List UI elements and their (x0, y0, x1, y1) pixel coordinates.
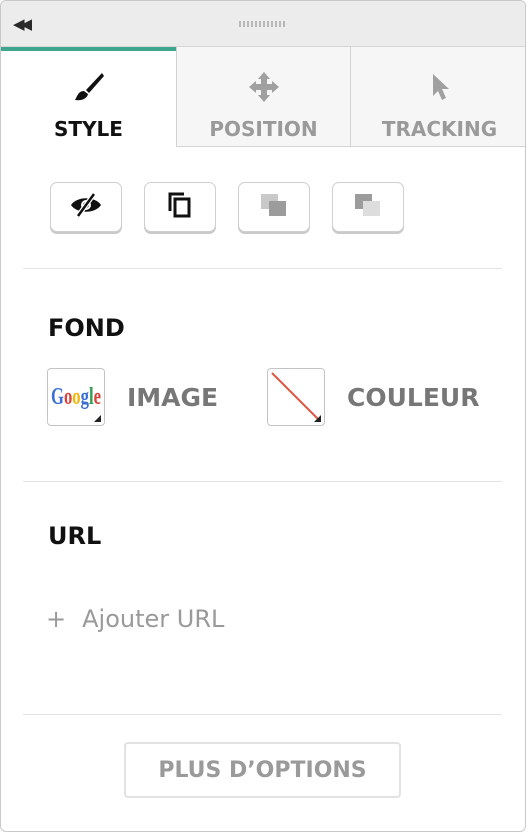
divider (23, 481, 502, 482)
background-image-label: IMAGE (127, 382, 219, 412)
tab-label-style: STYLE (54, 117, 123, 141)
add-url-label: Ajouter URL (82, 605, 225, 633)
duplicate-icon (166, 191, 194, 223)
bring-to-front-button[interactable] (238, 182, 310, 232)
plus-icon: + (46, 605, 67, 633)
background-color-label: COULEUR (347, 382, 480, 412)
drag-handle[interactable] (239, 21, 287, 27)
tab-bar: STYLE POSITION TRACKING (1, 47, 525, 147)
fond-heading: FOND (48, 314, 125, 342)
hide-button[interactable] (50, 182, 122, 232)
send-to-back-button[interactable] (332, 182, 404, 232)
add-url-link[interactable]: + Ajouter URL (46, 605, 224, 633)
tab-style[interactable]: STYLE (1, 47, 176, 147)
divider (23, 714, 502, 715)
cursor-icon (351, 69, 525, 105)
brush-icon (1, 69, 176, 105)
url-heading: URL (48, 522, 102, 550)
panel-titlebar[interactable]: ◀◀ (1, 1, 525, 47)
tab-label-tracking: TRACKING (381, 117, 498, 141)
tab-tracking[interactable]: TRACKING (350, 47, 525, 147)
bring-to-front-icon (258, 191, 290, 223)
background-color-option[interactable]: COULEUR (267, 367, 479, 427)
move-icon (177, 69, 350, 105)
style-panel: ◀◀ STYLE POSITION TRACKING FOND Google I… (0, 0, 526, 832)
collapse-icon[interactable]: ◀◀ (13, 15, 32, 33)
hide-icon (69, 192, 103, 222)
tab-label-position: POSITION (209, 117, 318, 141)
duplicate-button[interactable] (144, 182, 216, 232)
more-options-button[interactable]: PLUS D’OPTIONS (124, 742, 401, 798)
tab-position[interactable]: POSITION (176, 47, 350, 147)
no-color-icon (267, 368, 325, 426)
send-to-back-icon (352, 191, 384, 223)
svg-text:Google: Google (51, 384, 101, 410)
background-image-option[interactable]: Google IMAGE (47, 367, 218, 427)
google-image-icon: Google (47, 368, 105, 426)
divider (23, 268, 502, 269)
